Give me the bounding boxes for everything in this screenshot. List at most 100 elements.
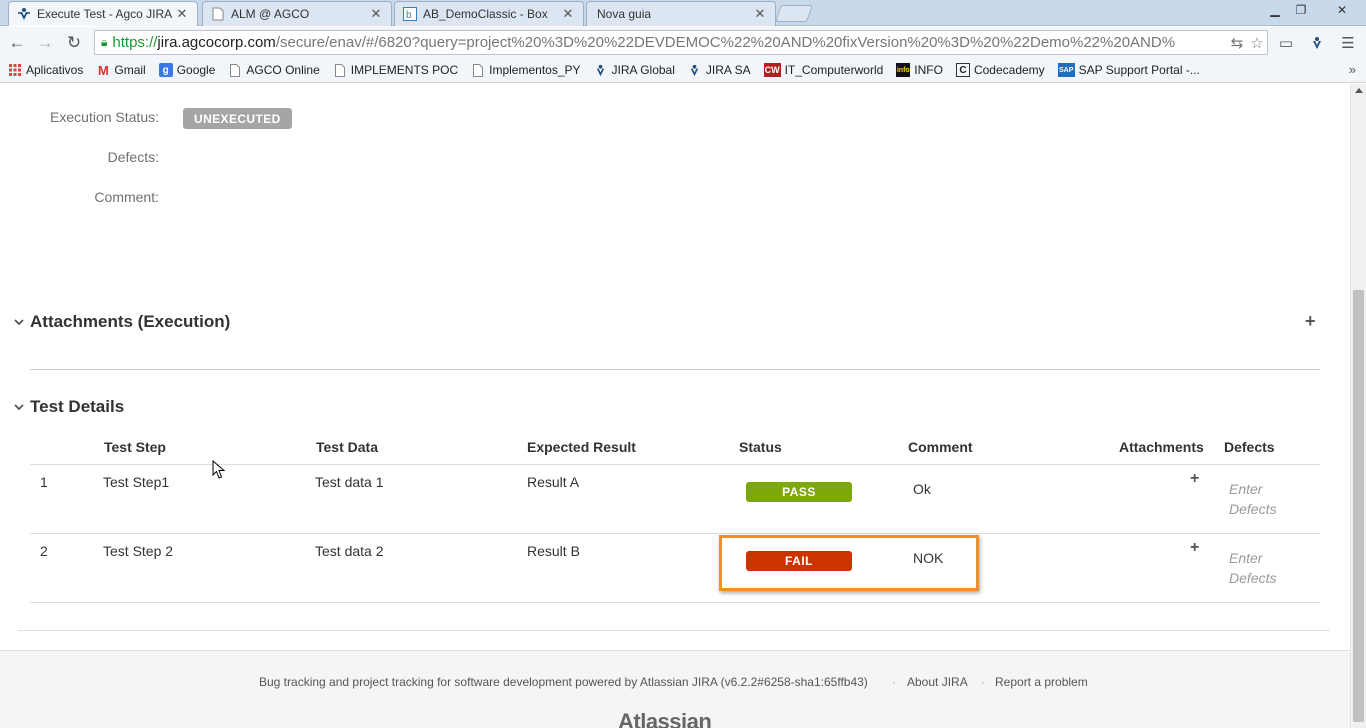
test-data-cell[interactable]: Test data 1 [315, 474, 384, 490]
tab-alm-agco[interactable]: ALM @ AGCO ✕ [202, 1, 392, 26]
close-icon[interactable]: ✕ [753, 6, 767, 22]
close-icon[interactable]: ✕ [369, 6, 383, 22]
comment-cell[interactable]: Ok [913, 481, 931, 497]
defects-label: Defects: [107, 149, 159, 165]
attachments-section-title: Attachments (Execution) [30, 312, 231, 331]
page-scrollbar[interactable] [1350, 84, 1366, 728]
bookmark-it-computerworld[interactable]: CW IT_Computerworld [763, 63, 883, 77]
atlassian-logo[interactable]: Atlassian [618, 709, 712, 728]
bookmark-gmail[interactable]: M Gmail [96, 62, 146, 78]
fail-row-highlight-box [719, 535, 979, 591]
test-step-cell[interactable]: Test Step 2 [103, 543, 173, 559]
bookmark-implementos-py[interactable]: Implementos_PY [471, 63, 581, 77]
box-icon: b [403, 7, 417, 21]
mouse-cursor-icon [212, 460, 226, 479]
browser-toolbar: ← → ↻ 🔒︎ https://jira.agcocorp.com/secur… [0, 27, 1366, 58]
tab-title: Execute Test - Agco JIRA [37, 7, 173, 21]
bookmark-star-icon[interactable]: ☆ [1247, 34, 1267, 52]
forward-icon[interactable]: → [34, 32, 56, 54]
tab-title: Nova guia [597, 7, 652, 21]
footer-powered-by: Bug tracking and project tracking for so… [259, 675, 868, 689]
minimize-icon[interactable]: ▁ [1262, 0, 1288, 20]
bookmark-jira-global[interactable]: JIRA Global [594, 63, 675, 77]
tab-ab-democlassic[interactable]: b AB_DemoClassic - Box ✕ [394, 1, 584, 26]
enter-defects-field[interactable]: Enter Defects [1229, 479, 1276, 519]
close-icon[interactable]: ✕ [561, 6, 575, 22]
expected-result-cell[interactable]: Result A [527, 474, 579, 490]
row-divider [30, 533, 1320, 534]
bookmark-sap-support[interactable]: SAP SAP Support Portal -... [1057, 63, 1200, 77]
tab-execute-test[interactable]: Execute Test - Agco JIRA ✕ [8, 1, 198, 26]
test-details-section-title: Test Details [30, 397, 125, 416]
add-step-attachment-icon[interactable]: + [1190, 471, 1199, 487]
column-header-test-data: Test Data [316, 439, 378, 455]
cast-icon[interactable]: ▭ [1274, 32, 1298, 54]
back-icon[interactable]: ← [6, 32, 28, 54]
new-tab-button[interactable] [774, 5, 814, 22]
close-icon[interactable]: ✕ [175, 6, 189, 22]
content-bottom-divider [18, 630, 1330, 631]
execution-status-label: Execution Status: [50, 109, 159, 125]
test-step-cell[interactable]: Test Step1 [103, 474, 169, 490]
svg-text:b: b [406, 10, 412, 21]
execution-status-badge[interactable]: UNEXECUTED [183, 108, 292, 129]
window-close-icon[interactable]: ✕ [1324, 0, 1360, 20]
chevron-down-icon [14, 317, 24, 327]
jira-icon [594, 63, 608, 77]
page-icon [333, 63, 347, 77]
scrollbar-thumb[interactable] [1353, 290, 1364, 722]
codecademy-icon: C [955, 63, 970, 77]
column-header-defects: Defects [1224, 439, 1275, 455]
column-header-attachments: Attachments [1119, 439, 1204, 455]
about-jira-link[interactable]: About JIRA [907, 675, 968, 689]
add-attachment-icon[interactable]: + [1305, 312, 1316, 330]
tab-title: ALM @ AGCO [231, 7, 310, 21]
report-problem-link[interactable]: Report a problem [995, 675, 1088, 689]
divider [30, 369, 1320, 370]
expected-result-cell[interactable]: Result B [527, 543, 580, 559]
info-icon: info [896, 63, 911, 77]
menu-icon[interactable]: ☰ [1336, 32, 1360, 54]
step-number: 1 [40, 474, 48, 490]
status-pass-button[interactable]: PASS [746, 482, 852, 502]
column-header-test-step: Test Step [104, 439, 166, 455]
bookmarks-overflow-icon[interactable]: » [1349, 62, 1356, 77]
add-step-attachment-icon[interactable]: + [1190, 540, 1199, 556]
reload-icon[interactable]: ↻ [63, 32, 85, 54]
scroll-up-arrow-icon[interactable] [1355, 88, 1363, 93]
column-header-expected-result: Expected Result [527, 439, 636, 455]
page-icon [211, 7, 225, 21]
tab-nova-guia[interactable]: Nova guia ✕ [586, 1, 776, 26]
column-header-status: Status [739, 439, 782, 455]
chevron-down-icon [14, 402, 24, 412]
footer-separator: · [892, 675, 896, 689]
page-icon [228, 63, 242, 77]
bookmark-jira-sa[interactable]: JIRA SA [688, 63, 751, 77]
comment-label: Comment: [94, 189, 159, 205]
bookmark-agco-online[interactable]: AGCO Online [228, 63, 320, 77]
bookmark-implements-poc[interactable]: IMPLEMENTS POC [333, 63, 458, 77]
bookmark-info[interactable]: info INFO [896, 63, 943, 77]
address-bar[interactable]: 🔒︎ https://jira.agcocorp.com/secure/enav… [94, 30, 1268, 55]
url-text: https://jira.agcocorp.com/secure/enav/#/… [112, 34, 1176, 51]
bookmark-google[interactable]: g Google [158, 63, 215, 77]
jira-extension-icon[interactable] [1305, 32, 1329, 54]
attachments-section-toggle[interactable]: Attachments (Execution) [14, 312, 230, 332]
tab-title: AB_DemoClassic - Box [423, 7, 548, 21]
bookmark-aplicativos[interactable]: Aplicativos [8, 63, 83, 77]
test-details-section-toggle[interactable]: Test Details [14, 397, 124, 417]
google-icon: g [158, 63, 173, 77]
bookmark-codecademy[interactable]: C Codecademy [955, 63, 1045, 77]
restore-icon[interactable]: ❐ [1288, 0, 1314, 20]
translate-icon[interactable]: ⇆ [1227, 34, 1247, 52]
column-header-comment: Comment [908, 439, 973, 455]
gmail-icon: M [97, 62, 109, 78]
footer-separator: · [981, 675, 985, 689]
jira-icon [17, 7, 31, 21]
jira-page: Execution Status: UNEXECUTED Defects: Co… [0, 84, 1350, 728]
lock-icon: 🔒︎ [101, 35, 108, 49]
row-divider [30, 602, 1320, 603]
bookmarks-bar: Aplicativos M Gmail g Google AGCO Online… [0, 58, 1366, 83]
enter-defects-field[interactable]: Enter Defects [1229, 548, 1276, 588]
test-data-cell[interactable]: Test data 2 [315, 543, 384, 559]
